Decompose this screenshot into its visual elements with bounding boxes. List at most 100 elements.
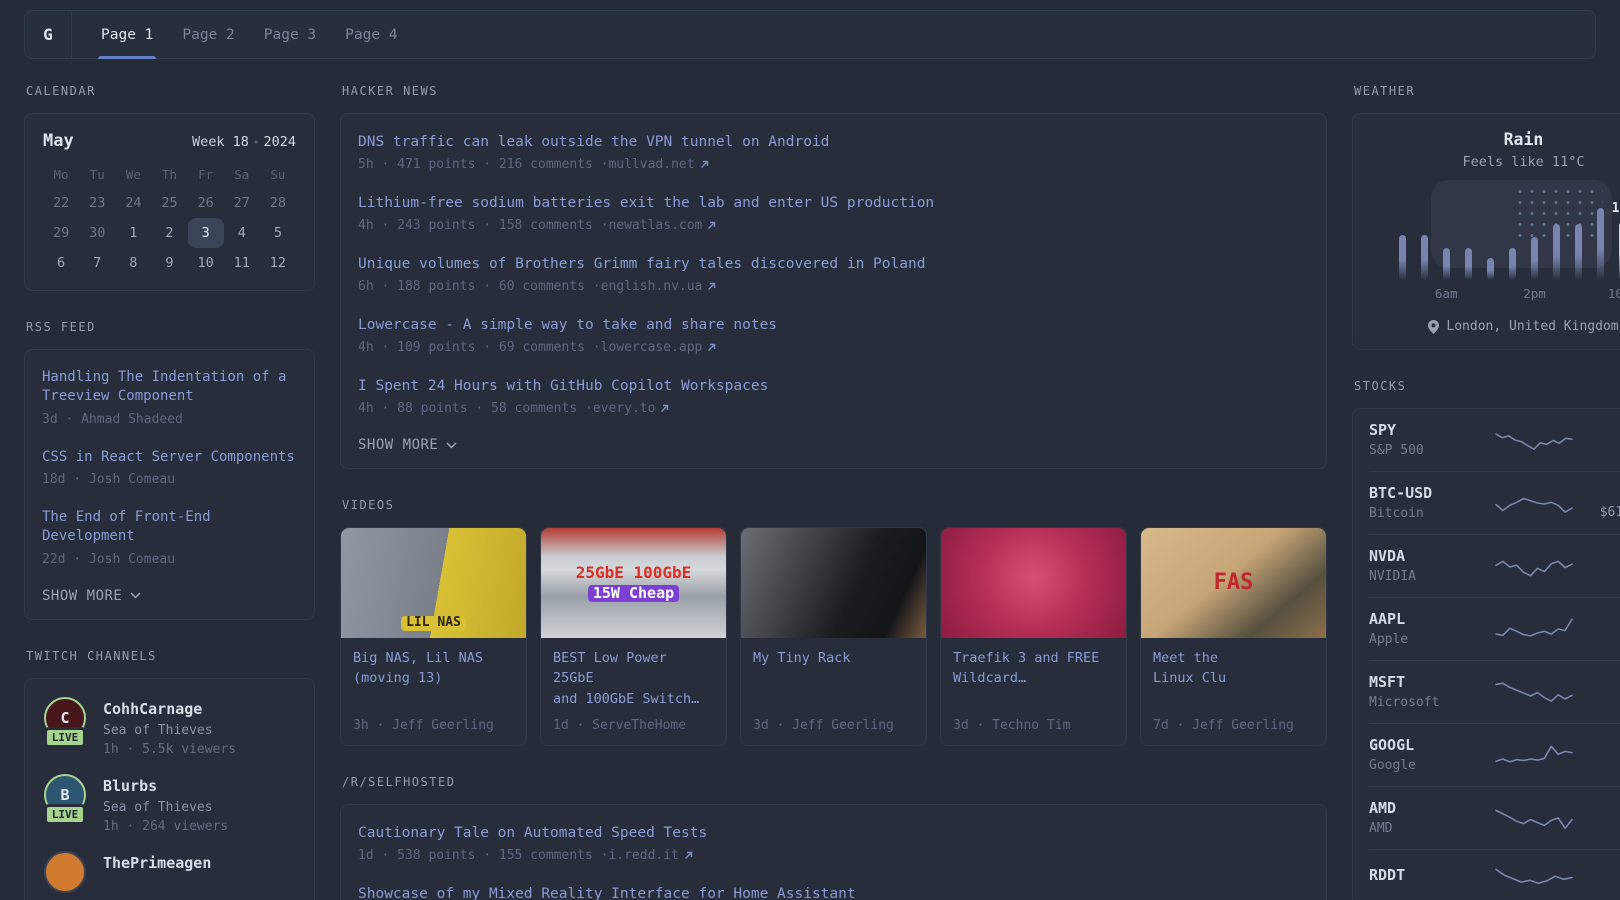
stock-change: +6.87% bbox=[1590, 612, 1620, 627]
video-card: LIL NAS Big NAS, Lil NAS (moving 13) 3h … bbox=[340, 527, 527, 746]
twitch-card: C LIVE CohhCarnage Sea of Thieves 1h · 5… bbox=[24, 677, 315, 900]
twitch-avatar[interactable]: C LIVE bbox=[41, 696, 89, 757]
stock-row[interactable]: MSFT Microsoft +2.16% $406.43 bbox=[1369, 660, 1620, 723]
video-title[interactable]: Big NAS, Lil NAS (moving 13) bbox=[353, 648, 514, 709]
stock-name: NVIDIA bbox=[1369, 569, 1416, 584]
twitch-channel-info: ThePrimeagen bbox=[103, 851, 211, 893]
stock-row[interactable]: GOOGL Google +0.10% $166.78 bbox=[1369, 723, 1620, 786]
calendar-day: 30 bbox=[89, 225, 106, 241]
hackernews-item: Lowercase - A simple way to take and sha… bbox=[358, 315, 1309, 355]
rss-item: Handling The Indentation of a Treeview C… bbox=[42, 368, 297, 427]
hackernews-item-title[interactable]: Unique volumes of Brothers Grimm fairy t… bbox=[358, 254, 1309, 274]
stock-values: +4.40% $61,725.48 bbox=[1590, 486, 1620, 520]
calendar-day: 5 bbox=[273, 225, 282, 241]
reddit-list: Cautionary Tale on Automated Speed Tests… bbox=[358, 823, 1309, 900]
rss-list: Handling The Indentation of a Treeview C… bbox=[42, 368, 297, 567]
external-link-icon bbox=[708, 282, 716, 290]
sparkline-chart bbox=[1494, 868, 1573, 885]
rss-item-meta: 22d · Josh Comeau bbox=[42, 552, 297, 567]
video-title[interactable]: Meet the Linux Clu bbox=[1153, 648, 1314, 709]
reddit-card: Cautionary Tale on Automated Speed Tests… bbox=[340, 803, 1327, 900]
weather-axis-label: 10pm bbox=[1607, 286, 1620, 301]
video-thumbnail[interactable] bbox=[941, 528, 1126, 638]
twitch-channel-name[interactable]: Blurbs bbox=[103, 777, 228, 795]
show-more-label: SHOW MORE bbox=[42, 587, 123, 604]
chevron-down-icon bbox=[130, 592, 141, 599]
weather-bar-slot bbox=[1523, 237, 1545, 280]
page-tab[interactable]: Page 4 bbox=[345, 11, 397, 58]
video-meta: 3h · Jeff Geerling bbox=[353, 717, 494, 733]
weather-temp-bar bbox=[1486, 258, 1494, 280]
calendar-widget: CALENDAR May Week 182024 MoTuWeThFrSaSu … bbox=[24, 84, 315, 291]
rss-item-title[interactable]: The End of Front-End Development bbox=[42, 508, 297, 547]
video-info: Meet the Linux Clu 7d · Jeff Geerling bbox=[1141, 638, 1326, 745]
video-title[interactable]: Traefik 3 and FREE Wildcard… bbox=[953, 648, 1114, 709]
video-title[interactable]: My Tiny Rack bbox=[753, 648, 914, 709]
hackernews-item-title[interactable]: I Spent 24 Hours with GitHub Copilot Wor… bbox=[358, 376, 1309, 396]
dashboard-grid: CALENDAR May Week 182024 MoTuWeThFrSaSu … bbox=[0, 84, 1620, 900]
twitch-channel-name[interactable]: ThePrimeagen bbox=[103, 854, 211, 872]
sparkline-chart bbox=[1494, 617, 1573, 637]
weather-card: Rain Feels like 11°C 12° 6am 2pm 10pm Lond… bbox=[1352, 113, 1620, 350]
weather-bar-slot bbox=[1479, 258, 1501, 280]
meta-text: 4h · 243 points · 158 comments · bbox=[358, 218, 609, 233]
rss-show-more-button[interactable]: SHOW MORE bbox=[42, 588, 141, 604]
stock-price: $150.45 bbox=[1590, 820, 1620, 835]
rss-item-title[interactable]: CSS in React Server Components bbox=[42, 448, 297, 467]
twitch-section-title: TWITCH CHANNELS bbox=[26, 648, 157, 663]
calendar-month: May bbox=[43, 131, 74, 151]
calendar-day: 6 bbox=[57, 255, 66, 271]
reddit-item-title[interactable]: Showcase of my Mixed Reality Interface f… bbox=[358, 884, 1309, 900]
stock-sparkline-wrap bbox=[1477, 488, 1590, 518]
page-tab[interactable]: Page 3 bbox=[264, 11, 316, 58]
page-tab[interactable]: Page 1 bbox=[97, 11, 157, 59]
location-pin-icon bbox=[1428, 319, 1440, 334]
twitch-channel-name[interactable]: CohhCarnage bbox=[103, 700, 236, 718]
stock-identity: MSFT Microsoft bbox=[1369, 673, 1477, 710]
twitch-viewers: 1h · 264 viewers bbox=[103, 818, 229, 834]
right-column: WEATHER Rain Feels like 11°C 12° 6am 2pm 1… bbox=[1352, 84, 1620, 900]
weather-bar-slot bbox=[1568, 224, 1590, 280]
calendar-day: 12 bbox=[269, 255, 287, 271]
hackernews-item-title[interactable]: Lowercase - A simple way to take and sha… bbox=[358, 315, 1309, 335]
calendar-day: 8 bbox=[129, 255, 138, 271]
hackernews-item-title[interactable]: Lithium-free sodium batteries exit the l… bbox=[358, 193, 1309, 213]
video-thumbnail[interactable] bbox=[741, 528, 926, 638]
dot-separator bbox=[249, 134, 264, 150]
video-card: Traefik 3 and FREE Wildcard… 3d · Techno… bbox=[940, 527, 1127, 746]
stocks-widget: STOCKS SPY S&P 500 +1.29% $511 bbox=[1352, 379, 1620, 900]
stock-row[interactable]: AMD AMD +2.94% $150.45 bbox=[1369, 786, 1620, 849]
stock-row[interactable]: RDDT -1.65% bbox=[1369, 849, 1620, 900]
twitch-avatar[interactable] bbox=[41, 850, 89, 893]
calendar-day: 24 bbox=[125, 195, 142, 211]
hackernews-show-more-button[interactable]: SHOW MORE bbox=[358, 437, 457, 453]
stock-values: +3.52% $888.40 bbox=[1590, 549, 1620, 583]
reddit-item-title[interactable]: Cautionary Tale on Automated Speed Tests bbox=[358, 823, 1309, 843]
calendar-days-grid: 22 23 24 25 26 27 28 29 30 1 2 3 4 5 6 7 8 9 10 11 12 bbox=[43, 188, 296, 278]
page-tab[interactable]: Page 2 bbox=[182, 11, 234, 58]
stock-row[interactable]: BTC-USD Bitcoin +4.40% $61,725.48 bbox=[1369, 471, 1620, 534]
meta-domain: english.nv.ua bbox=[600, 279, 703, 294]
stock-row[interactable]: SPY S&P 500 +1.29% $511.57 bbox=[1369, 409, 1620, 471]
stock-symbol: GOOGL bbox=[1369, 736, 1415, 754]
video-thumbnail[interactable]: LIL NAS bbox=[341, 528, 526, 638]
hackernews-item-title[interactable]: DNS traffic can leak outside the VPN tun… bbox=[358, 132, 1309, 152]
weather-feels-like: Feels like 11°C bbox=[1462, 154, 1585, 170]
stock-row[interactable]: NVDA NVIDIA +3.52% $888.40 bbox=[1369, 534, 1620, 597]
app-logo[interactable]: G bbox=[25, 11, 72, 58]
stock-identity: SPY S&P 500 bbox=[1369, 421, 1477, 458]
stock-identity: BTC-USD Bitcoin bbox=[1369, 484, 1477, 521]
weather-bar-slot bbox=[1391, 235, 1413, 280]
video-thumbnail[interactable]: 25GbE 100GbE 15W Cheap bbox=[541, 528, 726, 638]
twitch-game: Sea of Thieves bbox=[103, 722, 213, 738]
show-more-label: SHOW MORE bbox=[358, 437, 439, 453]
rss-item-title[interactable]: Handling The Indentation of a Treeview C… bbox=[42, 368, 297, 407]
hackernews-item-meta: 4h · 88 points · 58 comments · every.to bbox=[358, 401, 1309, 416]
weather-temp-bar bbox=[1464, 248, 1472, 280]
stock-row[interactable]: AAPL Apple +6.87% $184.91 bbox=[1369, 597, 1620, 660]
hackernews-item-meta: 4h · 243 points · 158 comments · newatla… bbox=[358, 218, 1309, 233]
stock-name: Microsoft bbox=[1369, 695, 1440, 710]
video-thumbnail[interactable]: FAS bbox=[1141, 528, 1326, 638]
twitch-avatar[interactable]: B LIVE bbox=[41, 773, 89, 834]
video-title[interactable]: BEST Low Power 25GbE and 100GbE Switch… bbox=[553, 648, 714, 709]
